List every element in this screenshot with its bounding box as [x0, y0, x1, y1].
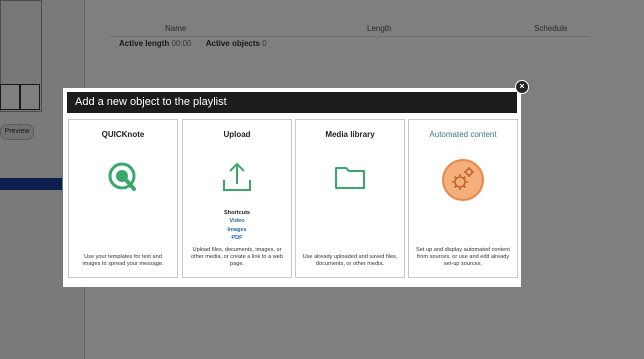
add-object-dialog: Add a new object to the playlist QUICKno…	[63, 88, 521, 287]
quicknote-title: QUICKnote	[101, 130, 145, 139]
shortcut-video-link[interactable]: Video	[183, 217, 291, 225]
automated-content-card[interactable]: Automated content Set up and display aut…	[408, 119, 518, 278]
quicknote-card[interactable]: QUICKnote Use your templates for text an…	[68, 119, 178, 278]
quicknote-description: Use your templates for text and images t…	[82, 254, 164, 267]
gears-icon	[409, 158, 517, 202]
quicknote-icon	[69, 160, 177, 194]
upload-icon	[183, 160, 291, 194]
media-library-title: Media library	[325, 130, 375, 139]
upload-shortcuts: Shortcuts Video Images PDF	[183, 209, 291, 243]
shortcut-images-link[interactable]: Images	[183, 226, 291, 234]
folder-icon	[296, 160, 404, 194]
upload-card[interactable]: Upload Shortcuts Video Images PDF Upload…	[182, 119, 292, 278]
media-library-description: Use already uploaded and saved files, do…	[302, 254, 398, 267]
automated-content-description: Set up and display automated content fro…	[416, 247, 510, 267]
media-library-card[interactable]: Media library Use already uploaded and s…	[295, 119, 405, 278]
dialog-title: Add a new object to the playlist	[67, 92, 517, 113]
close-icon[interactable]: ×	[515, 80, 529, 94]
upload-description: Upload files, documents, images, or othe…	[190, 247, 284, 267]
automated-content-title: Automated content	[429, 130, 497, 139]
shortcuts-title: Shortcuts	[223, 210, 251, 216]
shortcut-pdf-link[interactable]: PDF	[183, 234, 291, 242]
upload-title: Upload	[223, 130, 251, 139]
